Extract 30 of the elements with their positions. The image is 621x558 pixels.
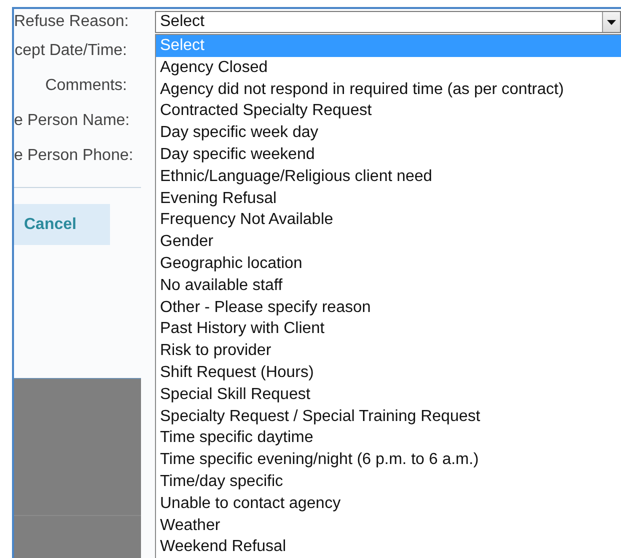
dropdown-option[interactable]: Agency Closed bbox=[156, 56, 621, 79]
dropdown-option[interactable]: Agency did not respond in required time (as per contract) bbox=[156, 78, 621, 100]
dropdown-option[interactable]: Ethnic/Language/Religious client need bbox=[156, 166, 621, 188]
reason-select[interactable]: Select bbox=[155, 11, 621, 33]
dropdown-option[interactable]: Time specific evening/night (6 p.m. to 6 a.m.) bbox=[156, 449, 621, 471]
field-label: cept Date/Time: bbox=[14, 41, 128, 61]
dropdown-option[interactable]: Special Skill Request bbox=[156, 384, 621, 406]
dropdown-option[interactable]: Shift Request (Hours) bbox=[156, 362, 621, 384]
dropdown-option[interactable]: Frequency Not Available bbox=[156, 209, 621, 232]
dropdown-option[interactable]: Weekend Refusal bbox=[156, 536, 621, 558]
dropdown-option[interactable]: Gender bbox=[156, 231, 621, 253]
dropdown-option[interactable]: Contracted Specialty Request bbox=[156, 100, 621, 122]
dropdown-option[interactable]: Time/day specific bbox=[156, 470, 621, 493]
dropdown-option[interactable]: Weather bbox=[156, 514, 621, 536]
field-label: Refuse Reason: bbox=[14, 12, 130, 32]
dropdown-option[interactable]: Evening Refusal bbox=[156, 188, 621, 210]
dropdown-option[interactable]: Specialty Request / Special Training Request bbox=[156, 406, 621, 428]
field-label: e Person Name: bbox=[14, 111, 131, 131]
field-label: Comments: bbox=[44, 76, 128, 96]
select-value: Select bbox=[159, 12, 206, 32]
dropdown-option[interactable]: Unable to contact agency bbox=[156, 492, 621, 515]
dropdown-option[interactable]: Geographic location bbox=[156, 252, 621, 275]
field-label: e Person Phone: bbox=[14, 146, 134, 166]
dropdown-option[interactable]: Risk to provider bbox=[156, 340, 621, 362]
dropdown-option[interactable]: Day specific week day bbox=[156, 122, 621, 144]
dropdown-option[interactable]: Other - Please specify reason bbox=[156, 296, 621, 318]
dropdown-option[interactable]: Day specific weekend bbox=[156, 144, 621, 166]
dropdown-option[interactable]: Past History with Client bbox=[156, 318, 621, 340]
dropdown-option[interactable]: Time specific daytime bbox=[156, 427, 621, 450]
dropdown-option[interactable]: No available staff bbox=[156, 274, 621, 297]
